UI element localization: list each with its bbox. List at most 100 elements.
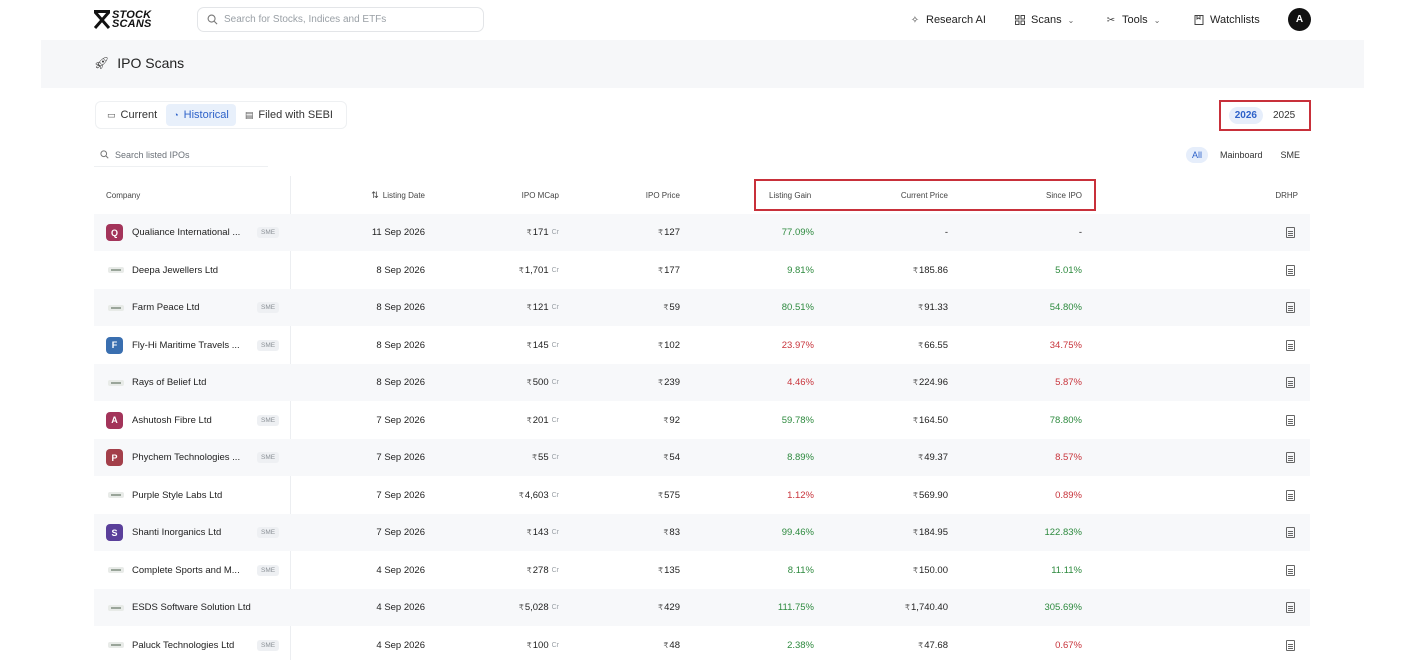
filter-all[interactable]: All	[1186, 147, 1209, 163]
tab-historical[interactable]: ◔ Historical	[166, 104, 236, 126]
document-icon[interactable]	[1286, 527, 1295, 538]
table-row[interactable]: Purple Style Labs Ltd 7 Sep 2026 ₹4,603 C…	[94, 477, 1310, 514]
company-name[interactable]: Farm Peace Ltd	[132, 302, 200, 313]
drhp-cell[interactable]	[1286, 364, 1298, 401]
current-price: ₹184.95	[854, 514, 948, 551]
company-logo	[106, 562, 125, 579]
company-logo: Q	[106, 224, 123, 241]
current-price-value: -	[944, 227, 948, 238]
filter-mainboard[interactable]: Mainboard	[1214, 147, 1269, 163]
document-icon[interactable]	[1286, 302, 1295, 313]
table-row[interactable]: Deepa Jewellers Ltd 8 Sep 2026 ₹1,701 Cr …	[94, 252, 1310, 289]
ipo-price: ₹429	[594, 589, 680, 626]
ipo-list-search[interactable]	[94, 143, 268, 167]
document-icon[interactable]	[1286, 639, 1295, 651]
sme-badge: SME	[257, 227, 280, 238]
year-2025-button[interactable]: 2025	[1267, 107, 1301, 124]
since-ipo: 122.83%	[1044, 527, 1082, 538]
company-name[interactable]: Qualiance International ...	[132, 227, 240, 238]
col-listing-date[interactable]: ⇅ Listing Date	[334, 176, 425, 214]
document-icon[interactable]	[1286, 264, 1295, 276]
drhp-cell[interactable]	[1286, 514, 1298, 551]
document-icon[interactable]	[1286, 602, 1295, 613]
listing-date: 7 Sep 2026	[376, 452, 425, 463]
ipo-mcap: ₹100 Cr	[474, 627, 559, 664]
company-name[interactable]: Phychem Technologies ...	[132, 452, 240, 463]
company-logo: F	[106, 336, 123, 354]
drhp-cell[interactable]	[1286, 327, 1298, 364]
since-ipo: 54.80%	[1049, 302, 1082, 313]
table-row[interactable]: Rays of Belief Ltd 8 Sep 2026 ₹500 Cr ₹23…	[94, 364, 1310, 401]
company-name[interactable]: Rays of Belief Ltd	[132, 377, 206, 388]
document-icon[interactable]	[1286, 452, 1295, 463]
company-cell[interactable]: Rays of Belief Ltd	[106, 364, 286, 401]
company-name[interactable]: Deepa Jewellers Ltd	[132, 265, 218, 276]
stockscans-logo[interactable]: STOCK SCANS	[94, 9, 160, 31]
company-name[interactable]: Purple Style Labs Ltd	[132, 490, 222, 501]
drhp-cell[interactable]	[1286, 627, 1298, 664]
current-price: ₹185.86	[854, 252, 948, 289]
history-icon: ◔	[173, 110, 179, 120]
page-title: 🚀︎ IPO Scans	[94, 55, 184, 71]
company-cell[interactable]: Deepa Jewellers Ltd	[106, 252, 286, 289]
col-ipo-price[interactable]: IPO Price	[594, 176, 680, 214]
col-ipo-mcap[interactable]: IPO MCap	[474, 176, 559, 214]
tab-current[interactable]: ▭ Current	[100, 104, 164, 126]
user-avatar[interactable]: A	[1288, 8, 1311, 31]
col-drhp: DRHP	[1275, 190, 1298, 200]
global-search-input[interactable]	[224, 14, 464, 25]
table-row[interactable]: A Ashutosh Fibre Ltd SME 7 Sep 2026 ₹201…	[94, 402, 1310, 439]
company-name[interactable]: ESDS Software Solution Ltd	[132, 602, 251, 613]
listing-date: 4 Sep 2026	[376, 602, 425, 613]
nav-watchlists[interactable]: Watchlists	[1193, 12, 1260, 28]
company-name[interactable]: Ashutosh Fibre Ltd	[132, 415, 212, 426]
document-icon[interactable]	[1286, 414, 1295, 426]
document-icon[interactable]	[1286, 377, 1295, 388]
drhp-cell[interactable]	[1286, 552, 1298, 589]
year-2026-button[interactable]: 2026	[1228, 107, 1263, 124]
company-name[interactable]: Complete Sports and M...	[132, 565, 240, 576]
table-row[interactable]: Complete Sports and M... SME 4 Sep 2026 …	[94, 552, 1310, 589]
company-cell[interactable]: Purple Style Labs Ltd	[106, 477, 286, 514]
tab-filed-with-sebi[interactable]: ▤ Filed with SEBI	[238, 104, 340, 126]
ipo-mcap: ₹278 Cr	[474, 552, 559, 589]
drhp-cell[interactable]	[1286, 214, 1298, 251]
drhp-cell[interactable]	[1286, 289, 1298, 326]
document-icon[interactable]	[1286, 339, 1295, 351]
drhp-cell[interactable]	[1286, 439, 1298, 476]
company-name[interactable]: Shanti Inorganics Ltd	[132, 527, 221, 538]
rupee-symbol: ₹	[912, 490, 918, 500]
nav-scans[interactable]: Scans ⌄	[1014, 12, 1074, 28]
filter-sme[interactable]: SME	[1275, 147, 1307, 163]
company-name[interactable]: Paluck Technologies Ltd	[132, 640, 234, 651]
company-name[interactable]: Fly-Hi Maritime Travels ...	[132, 340, 240, 351]
nav-research-ai[interactable]: ✧ Research AI	[909, 12, 986, 28]
document-icon[interactable]	[1286, 564, 1295, 576]
current-price: ₹150.00	[854, 552, 948, 589]
document-icon[interactable]	[1286, 489, 1295, 501]
ipo-list-search-input[interactable]	[115, 149, 265, 160]
ipo-price-value: 54	[669, 452, 680, 463]
sme-badge: SME	[257, 527, 280, 538]
table-row[interactable]: Q Qualiance International ... SME 11 Sep…	[94, 214, 1310, 251]
drhp-cell[interactable]	[1286, 477, 1298, 514]
table-row[interactable]: S Shanti Inorganics Ltd SME 7 Sep 2026 ₹…	[94, 514, 1310, 551]
drhp-cell[interactable]	[1286, 589, 1298, 626]
col-company[interactable]: Company	[106, 176, 140, 214]
table-row[interactable]: ESDS Software Solution Ltd 4 Sep 2026 ₹5…	[94, 589, 1310, 626]
crore-unit: Cr	[551, 566, 559, 574]
highlight-box-returns	[754, 179, 1096, 211]
table-row[interactable]: Farm Peace Ltd SME 8 Sep 2026 ₹121 Cr ₹59…	[94, 289, 1310, 326]
table-row[interactable]: P Phychem Technologies ... SME 7 Sep 202…	[94, 439, 1310, 476]
table-row[interactable]: F Fly-Hi Maritime Travels ... SME 8 Sep …	[94, 327, 1310, 364]
ipo-price: ₹92	[594, 402, 680, 439]
since-ipo: 0.89%	[1055, 489, 1082, 501]
ipo-price-value: 102	[664, 339, 680, 351]
drhp-cell[interactable]	[1286, 252, 1298, 289]
nav-tools[interactable]: ✂ Tools ⌄	[1105, 12, 1161, 28]
company-cell[interactable]: ESDS Software Solution Ltd	[106, 589, 286, 626]
global-search[interactable]	[197, 7, 484, 32]
drhp-cell[interactable]	[1286, 402, 1298, 439]
document-icon[interactable]	[1286, 227, 1295, 238]
table-row[interactable]: Paluck Technologies Ltd SME 4 Sep 2026 ₹…	[94, 627, 1310, 664]
